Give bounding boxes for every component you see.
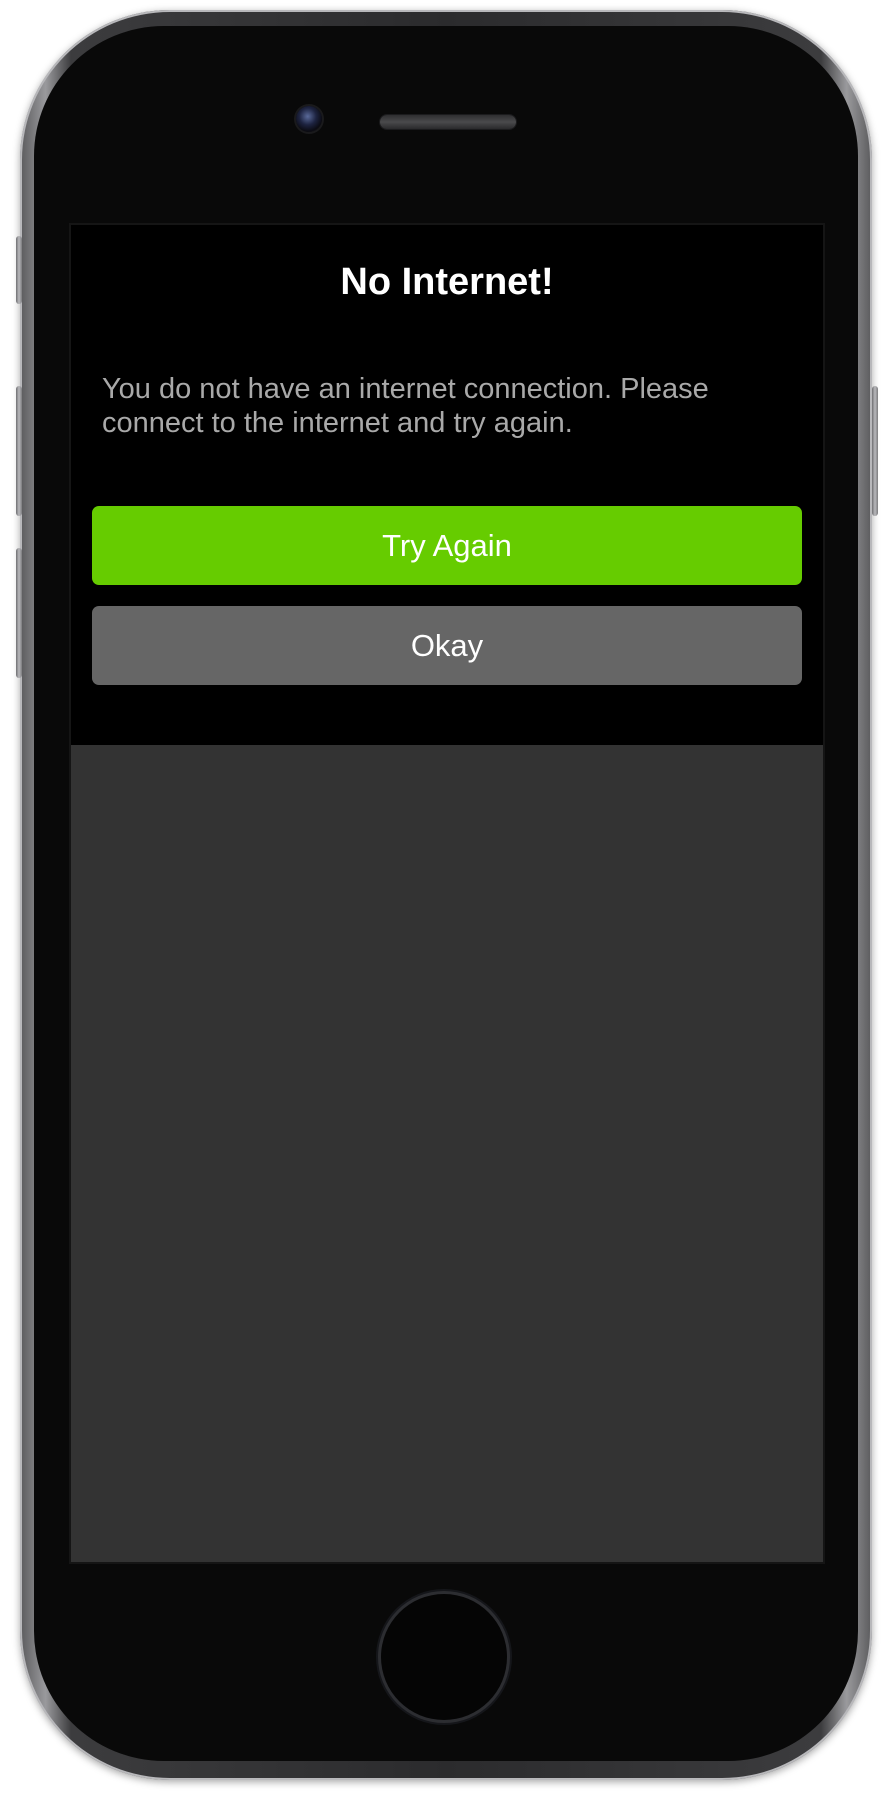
okay-button-label: Okay (410, 627, 484, 663)
dialog-message: You do not have an internet connection. … (102, 373, 709, 439)
phone-screen: No Internet! You do not have an internet… (71, 225, 823, 1562)
earpiece-speaker-icon (380, 115, 516, 129)
volume-up-button (16, 386, 22, 516)
power-button (872, 386, 878, 516)
front-camera-icon (296, 106, 322, 132)
try-again-button[interactable]: Try Again (92, 506, 802, 585)
no-internet-dialog: No Internet! You do not have an internet… (71, 225, 823, 745)
mute-switch (16, 236, 22, 304)
home-button-icon[interactable] (381, 1594, 507, 1720)
try-again-button-label: Try Again (382, 527, 512, 563)
dimmed-background (71, 745, 823, 1562)
volume-down-button (16, 548, 22, 678)
dialog-title: No Internet! (340, 261, 554, 303)
okay-button[interactable]: Okay (92, 606, 802, 685)
